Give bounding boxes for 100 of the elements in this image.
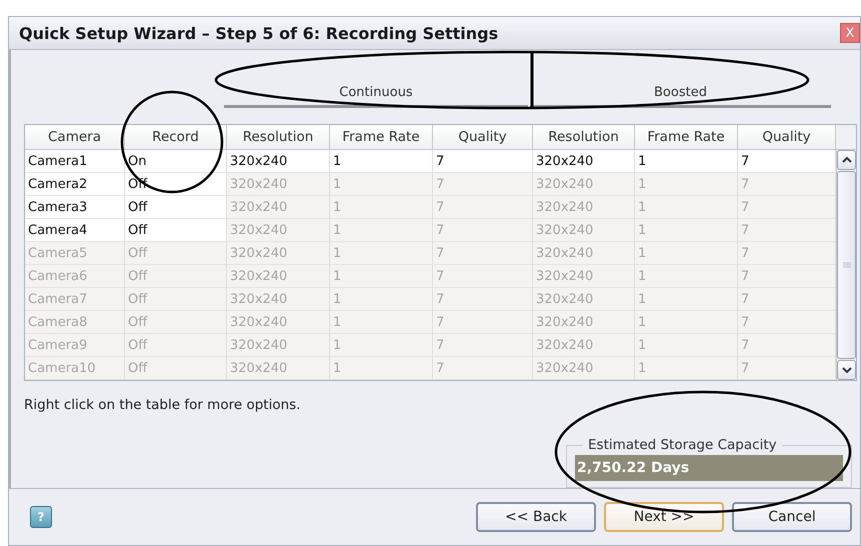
table-cell[interactable]: 320x240 [533,265,635,288]
column-header[interactable]: Quality [738,125,836,150]
cancel-button[interactable]: Cancel [732,502,852,532]
table-cell[interactable]: Camera1 [25,150,125,173]
table-cell[interactable]: 1 [635,242,738,265]
table-cell[interactable]: 320x240 [227,173,330,196]
grip-icon [842,262,850,268]
table-cell[interactable]: 7 [738,311,836,334]
table-cell[interactable]: 7 [433,265,533,288]
table-cell[interactable]: Camera8 [25,311,125,334]
column-header[interactable]: Resolution [227,125,330,150]
table-cell[interactable]: 320x240 [227,334,330,357]
column-header[interactable]: Quality [433,125,533,150]
column-header[interactable]: Frame Rate [635,125,738,150]
table-cell[interactable]: 7 [433,288,533,311]
table-cell[interactable]: 320x240 [227,196,330,219]
table-cell[interactable]: Camera9 [25,334,125,357]
table-cell[interactable]: 320x240 [227,357,330,380]
scroll-up-button[interactable] [837,150,856,170]
table-cell[interactable]: 320x240 [533,196,635,219]
table-cell[interactable]: Off [125,242,227,265]
table-cell[interactable]: 1 [330,150,433,173]
scroll-down-button[interactable] [837,360,856,380]
table-cell[interactable]: Off [125,334,227,357]
table-cell[interactable]: 1 [635,150,738,173]
table-cell[interactable]: Camera3 [25,196,125,219]
back-button[interactable]: << Back [476,502,596,532]
table-cell[interactable]: Camera2 [25,173,125,196]
table-cell[interactable]: Off [125,196,227,219]
table-cell[interactable]: 1 [330,219,433,242]
table-cell[interactable]: Camera7 [25,288,125,311]
table-cell[interactable]: 1 [330,265,433,288]
table-cell[interactable]: 1 [330,288,433,311]
table-cell[interactable]: 1 [635,265,738,288]
table-cell[interactable]: 1 [330,334,433,357]
table-cell[interactable]: 320x240 [533,242,635,265]
table-cell[interactable]: Camera4 [25,219,125,242]
table-cell[interactable]: 320x240 [227,242,330,265]
table-cell[interactable]: 7 [433,242,533,265]
window-title: Quick Setup Wizard – Step 5 of 6: Recording Settings [19,24,498,42]
table-cell[interactable]: 1 [330,311,433,334]
table-cell[interactable]: 7 [738,219,836,242]
table-cell[interactable]: 7 [738,288,836,311]
table-cell[interactable]: 320x240 [227,150,330,173]
help-button[interactable]: ? [30,506,52,528]
table-cell[interactable]: 1 [330,173,433,196]
table-cell[interactable]: 7 [738,357,836,380]
column-header[interactable]: Resolution [533,125,635,150]
column-group-header: Boosted [530,85,831,108]
table-cell[interactable]: On [125,150,227,173]
table-cell[interactable]: Off [125,288,227,311]
table-cell[interactable]: 1 [635,219,738,242]
header-corner [836,125,856,150]
scroll-thumb[interactable] [837,171,856,359]
table-cell[interactable]: Camera6 [25,265,125,288]
table-cell[interactable]: Off [125,311,227,334]
column-header[interactable]: Record [125,125,227,150]
caret-down-icon [842,367,852,373]
table-cell[interactable]: Off [125,265,227,288]
table-cell[interactable]: 7 [433,150,533,173]
table-cell[interactable]: 1 [635,288,738,311]
table-cell[interactable]: 7 [738,150,836,173]
table-cell[interactable]: 7 [738,242,836,265]
table-cell[interactable]: 320x240 [533,334,635,357]
table-cell[interactable]: 7 [433,334,533,357]
table-cell[interactable]: 1 [330,242,433,265]
table-cell[interactable]: 7 [738,196,836,219]
table-cell[interactable]: 7 [433,357,533,380]
table-cell[interactable]: Camera5 [25,242,125,265]
table-cell[interactable]: 320x240 [227,288,330,311]
next-button[interactable]: Next >> [604,502,724,532]
table-cell[interactable]: 320x240 [227,219,330,242]
scrollbar[interactable] [836,150,856,380]
table-cell[interactable]: 7 [738,265,836,288]
table-cell[interactable]: 7 [433,311,533,334]
table-cell[interactable]: 7 [738,173,836,196]
table-cell[interactable]: 1 [330,196,433,219]
table-cell[interactable]: 1 [635,311,738,334]
table-cell[interactable]: 320x240 [533,357,635,380]
table-cell[interactable]: 1 [330,357,433,380]
column-header[interactable]: Frame Rate [330,125,433,150]
table-cell[interactable]: 7 [433,196,533,219]
table-cell[interactable]: 320x240 [533,311,635,334]
table-cell[interactable]: 1 [635,196,738,219]
table-cell[interactable]: Off [125,357,227,380]
table-cell[interactable]: 320x240 [533,173,635,196]
table-cell[interactable]: 7 [433,173,533,196]
table-cell[interactable]: Off [125,219,227,242]
table-cell[interactable]: 7 [738,334,836,357]
table-cell[interactable]: 7 [433,219,533,242]
table-cell[interactable]: 320x240 [533,219,635,242]
table-cell[interactable]: 320x240 [533,288,635,311]
table-cell[interactable]: Camera10 [25,357,125,380]
table-cell[interactable]: 1 [635,173,738,196]
table-cell[interactable]: 320x240 [533,150,635,173]
table-cell[interactable]: 1 [635,334,738,357]
table-cell[interactable]: 1 [635,357,738,380]
table-cell[interactable]: 320x240 [227,311,330,334]
table-cell[interactable]: 320x240 [227,265,330,288]
close-button[interactable]: X [840,23,860,43]
